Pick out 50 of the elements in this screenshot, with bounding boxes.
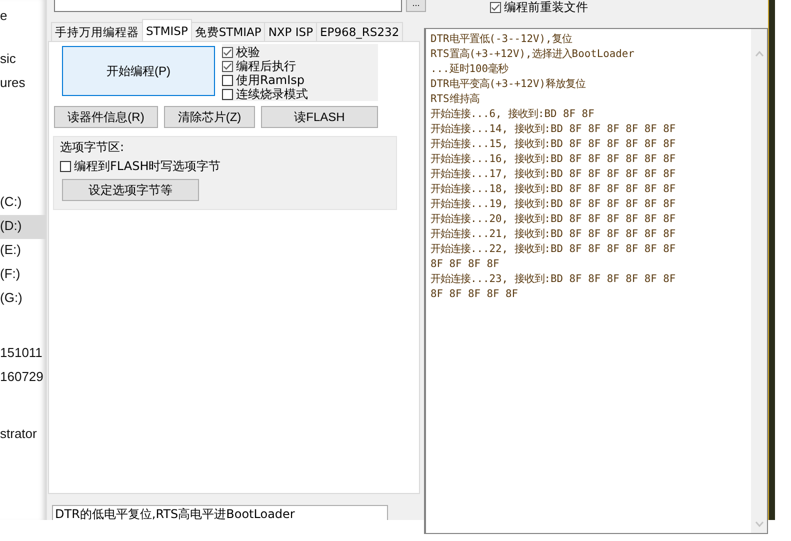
action-button[interactable]: 读FLASH	[261, 106, 378, 128]
tab[interactable]: EP968_RS232	[316, 22, 404, 41]
start-program-button[interactable]: 开始编程(P)	[62, 46, 215, 96]
sidebar-item[interactable]: (F:)	[0, 263, 46, 287]
checkbox-option[interactable]: 编程到FLASH时写选项字节	[60, 159, 390, 173]
action-button[interactable]: 读器件信息(R)	[54, 106, 158, 128]
browse-button[interactable]: ...	[406, 0, 426, 12]
sidebar-item[interactable]: 151011	[0, 342, 46, 366]
group-title: 选项字节区:	[60, 139, 126, 156]
log-line: DTR电平置低(-3--12V),复位	[430, 32, 574, 47]
log-line: RTS维持高	[430, 92, 480, 107]
log-line: 8F 8F 8F 8F	[430, 257, 500, 272]
mode-dropdown[interactable]: DTR的低电平复位,RTS高电平进BootLoader	[52, 505, 388, 520]
set-option-bytes-button[interactable]: 设定选项字节等	[62, 179, 199, 201]
sidebar-item[interactable]: (D:)	[0, 215, 46, 239]
checkbox-option[interactable]: 校验	[222, 45, 378, 59]
sidebar-item[interactable]: e	[0, 5, 46, 29]
log-line: 开始连接...6, 接收到:BD 8F 8F	[430, 107, 596, 122]
log-line: 开始连接...20, 接收到:BD 8F 8F 8F 8F 8F 8F	[430, 212, 677, 227]
log-line: 开始连接...21, 接收到:BD 8F 8F 8F 8F 8F 8F	[430, 227, 677, 242]
checkbox-option[interactable]: 连续烧录模式	[222, 87, 378, 101]
log-line: 开始连接...19, 接收到:BD 8F 8F 8F 8F 8F 8F	[430, 197, 677, 212]
log-line: 开始连接...14, 接收到:BD 8F 8F 8F 8F 8F 8F	[430, 122, 677, 137]
log-line: RTS置高(+3-+12V),选择进入BootLoader	[430, 47, 636, 62]
sidebar-item[interactable]: (E:)	[0, 239, 46, 263]
sidebar-item[interactable]: ures	[0, 72, 46, 96]
scroll-up-icon[interactable]	[754, 51, 764, 57]
scroll-down-icon[interactable]	[754, 521, 764, 527]
log-line: 开始连接...18, 接收到:BD 8F 8F 8F 8F 8F 8F	[430, 182, 677, 197]
log-line: ...延时100毫秒	[430, 62, 510, 77]
check-icon	[491, 2, 500, 12]
log-line: 8F 8F 8F 8F 8F	[430, 287, 520, 302]
action-button[interactable]: 清除芯片(Z)	[164, 106, 255, 128]
log-line: 开始连接...23, 接收到:BD 8F 8F 8F 8F 8F 8F	[430, 272, 677, 287]
log-line: 开始连接...17, 接收到:BD 8F 8F 8F 8F 8F 8F	[430, 167, 677, 182]
sidebar-item[interactable]: (G:)	[0, 287, 46, 311]
checkbox-option[interactable]: 编程前重装文件	[490, 0, 588, 14]
sidebar-item[interactable]: 160729	[0, 366, 46, 390]
log-line: 开始连接...22, 接收到:BD 8F 8F 8F 8F 8F 8F	[430, 242, 677, 257]
tab[interactable]: 手持万用编程器	[51, 22, 143, 41]
sidebar-item[interactable]: (C:)	[0, 191, 46, 215]
checkbox-option[interactable]: 编程后执行	[222, 59, 378, 73]
log-line: 开始连接...15, 接收到:BD 8F 8F 8F 8F 8F 8F	[430, 137, 677, 152]
log-line: 开始连接...16, 接收到:BD 8F 8F 8F 8F 8F 8F	[430, 152, 677, 167]
sidebar-item[interactable]: sic	[0, 48, 46, 72]
checkbox-option[interactable]: 使用RamIsp	[222, 73, 378, 87]
sidebar-item[interactable]: strator	[0, 423, 46, 447]
scrollbar[interactable]	[751, 29, 767, 533]
log-line: DTR电平变高(+3-+12V)释放复位	[430, 77, 587, 92]
tab[interactable]: STMISP	[142, 19, 192, 41]
